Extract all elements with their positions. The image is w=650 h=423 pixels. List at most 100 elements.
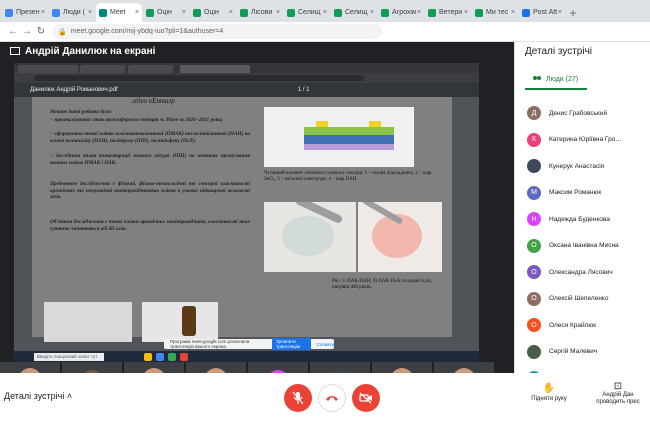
close-tab-icon[interactable]: × (558, 9, 562, 16)
screen-share-notification: Програма meet.google.com розпочала транс… (164, 338, 334, 350)
raise-hand-button[interactable]: ✋ Підняти руку (524, 383, 574, 402)
people-list-item[interactable]: М Максим Романюк (515, 180, 650, 207)
tab-favicon-icon (146, 8, 154, 17)
pdf-heading: лідео кЕнтагр (132, 97, 175, 105)
person-name: Надежда Буденкова (549, 215, 610, 223)
close-tab-icon[interactable]: × (276, 9, 280, 16)
people-list-item[interactable]: Д Денис Грабовський (515, 100, 650, 127)
sample-photo (264, 202, 356, 272)
browser-tab[interactable]: Презен × (2, 3, 48, 22)
browser-tab[interactable]: Люди (× (49, 3, 95, 22)
tab-title: Селищ (298, 9, 321, 16)
tab-title: Оцін (157, 9, 172, 16)
pdf-paragraph: Об'єктом дослідження є тонкі плівки орга… (50, 219, 250, 232)
close-tab-icon[interactable]: × (41, 9, 45, 16)
panel-title: Деталі зустрічі (525, 46, 593, 57)
pdf-paragraph: Метою даної роботи було: (50, 109, 112, 115)
close-tab-icon[interactable]: × (417, 9, 421, 16)
meeting-details-label: Деталі зустрічі (4, 391, 65, 401)
browser-tab[interactable]: Оцін × (190, 3, 236, 22)
shared-screen[interactable]: Данилюк Андрій Романович.pdf 1 / 1 лідео… (14, 63, 479, 363)
tab-title: Ветери (439, 9, 463, 16)
tab-people-label: Люди (27) (546, 76, 579, 83)
close-tab-icon[interactable]: × (182, 9, 186, 16)
browser-tab[interactable]: Оцін × (143, 3, 189, 22)
people-list-item[interactable]: Сергій Малевич (515, 339, 650, 366)
people-list-item[interactable]: О Олеся Крайлюк (515, 312, 650, 339)
tab-favicon-icon (522, 8, 530, 17)
hand-icon: ✋ (542, 383, 556, 394)
avatar (527, 344, 541, 359)
people-list-item[interactable]: Н Надежда Буденкова (515, 206, 650, 233)
hide-notification-button[interactable]: Сховати (317, 342, 334, 347)
stop-sharing-button[interactable]: Зупинити трансляцію (272, 338, 311, 350)
tab-favicon-icon (381, 8, 389, 17)
browser-tab[interactable]: Селищ × (331, 3, 377, 22)
tab-favicon-icon (240, 8, 248, 17)
address-bar-url: meet.google.com/mij-ybdq-iuo?pli=1&authu… (70, 28, 224, 35)
close-tab-icon[interactable]: × (511, 9, 515, 16)
present-screen-icon: ⊡ (613, 381, 623, 392)
shared-address-bar (14, 73, 479, 83)
tab-favicon-icon (5, 8, 13, 17)
leave-call-button[interactable] (318, 384, 346, 412)
address-bar[interactable]: 🔒 meet.google.com/mij-ybdq-iuo?pli=1&aut… (52, 24, 382, 39)
present-now-label: Андрій Дан проводить прес (596, 392, 640, 405)
close-tab-icon[interactable]: × (323, 9, 327, 16)
tab-favicon-icon (287, 8, 295, 17)
new-tab-button[interactable]: + (566, 3, 580, 22)
tab-title: Meet (110, 9, 126, 16)
browser-tab[interactable]: Агрохім × (378, 3, 424, 22)
browser-tab[interactable]: Лісови × (237, 3, 283, 22)
people-list-item[interactable]: О Олександра Лясович (515, 259, 650, 286)
microphone-toggle-button[interactable] (284, 384, 312, 412)
figure-caption: Чутливий елемент хімічного газового сенс… (264, 171, 432, 182)
browser-tab[interactable]: Meet × (96, 3, 142, 22)
pdf-paragraph: − дослідити вплив концентрації газового … (50, 153, 250, 166)
browser-tab[interactable]: Селищ × (284, 3, 330, 22)
sample-photo (358, 202, 442, 272)
browser-tab[interactable]: Ветери × (425, 3, 471, 22)
people-list-item[interactable]: К Катерина Юріївна Гро… (515, 127, 650, 154)
person-name: Максим Романюк (549, 189, 602, 197)
close-tab-icon[interactable]: × (88, 9, 92, 16)
notification-text: Програма meet.google.com розпочала транс… (170, 339, 250, 349)
tab-title: Селищ (345, 9, 368, 16)
avatar: О (527, 265, 541, 280)
reload-icon[interactable]: ↻ (34, 26, 48, 37)
tab-favicon-icon (475, 8, 483, 17)
people-list-item[interactable]: О Оксана Іванівна Мисна (515, 233, 650, 260)
meeting-stage: Андрій Данилюк на екрані Данилюк Андрій … (0, 42, 514, 415)
raise-hand-label: Підняти руку (531, 396, 567, 402)
tab-people[interactable]: Люди (27) (533, 76, 578, 83)
meeting-controls-bar: Деталі зустрічі ˄ ✋ Підняти руку ⊡ Андрі… (0, 373, 650, 423)
person-name: Сергій Малевич (549, 348, 598, 356)
tab-title: Презен (16, 9, 40, 16)
close-tab-icon[interactable]: × (135, 9, 139, 16)
meeting-details-button[interactable]: Деталі зустрічі ˄ (4, 391, 72, 401)
person-name: Оксана Іванівна Мисна (549, 242, 619, 250)
close-tab-icon[interactable]: × (229, 9, 233, 16)
browser-tab[interactable]: Post Attr × (519, 3, 565, 22)
equipment-photo (44, 302, 132, 342)
close-tab-icon[interactable]: × (464, 9, 468, 16)
person-name: Кунерук Анастасія (549, 162, 605, 170)
pdf-title: Данилюк Андрій Романович.pdf (30, 87, 118, 93)
people-list: Д Денис Грабовський К Катерина Юріївна Гро…… (515, 100, 650, 392)
pdf-page-indicator: 1 / 1 (297, 87, 310, 93)
camera-toggle-button[interactable] (352, 384, 380, 412)
back-icon[interactable]: ← (6, 26, 20, 37)
hang-up-icon (326, 396, 338, 401)
avatar: Н (527, 212, 541, 227)
person-name: Олексій Шепеленко (549, 295, 609, 303)
tab-title: Post Attr (533, 9, 557, 16)
present-now-button[interactable]: ⊡ Андрій Дан проводить прес (590, 381, 646, 406)
people-list-item[interactable]: О Олексій Шепеленко (515, 286, 650, 313)
people-list-item[interactable]: Кунерук Анастасія (515, 153, 650, 180)
browser-tab[interactable]: Ми тес × (472, 3, 518, 22)
screen-share-icon (10, 47, 20, 55)
camera-off-icon (359, 392, 372, 404)
close-tab-icon[interactable]: × (370, 9, 374, 16)
equipment-photo (142, 302, 218, 342)
forward-icon[interactable]: → (20, 26, 34, 37)
